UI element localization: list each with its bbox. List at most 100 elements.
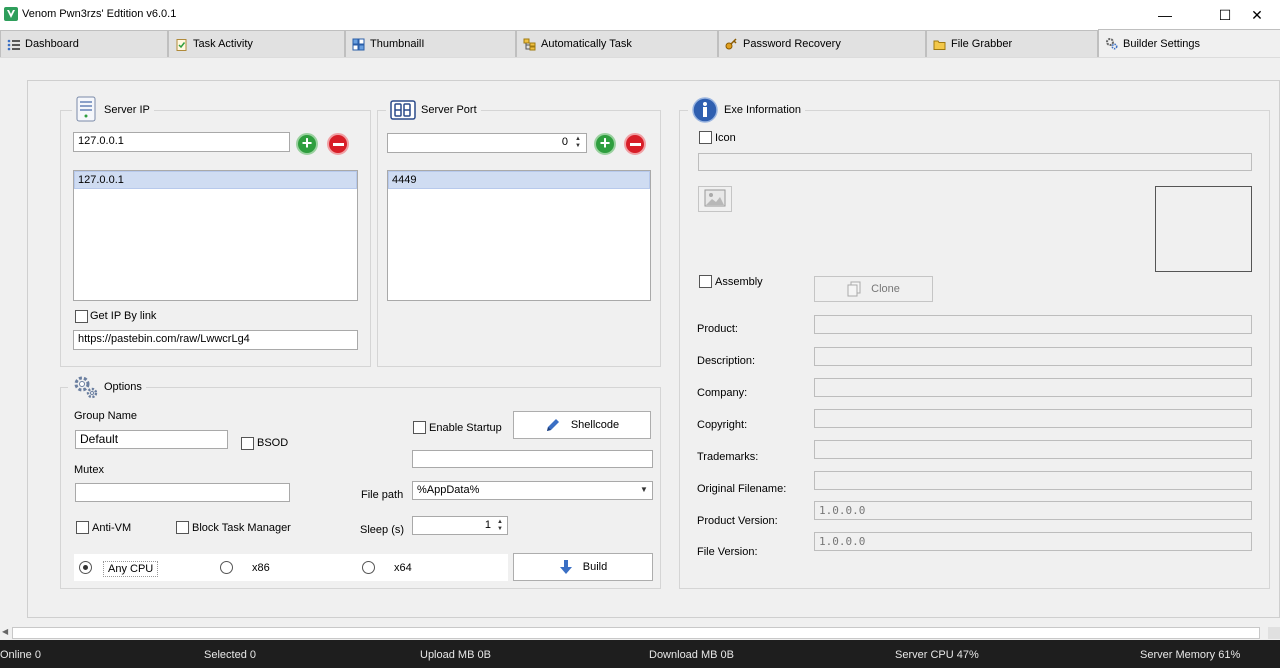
trademarks-input[interactable]	[814, 440, 1252, 459]
server-port-input[interactable]: 0	[387, 133, 587, 153]
tab-dashboard[interactable]: Dashboard	[0, 30, 168, 57]
app-logo-icon	[4, 7, 18, 21]
get-ip-by-link-checkbox[interactable]	[75, 310, 88, 323]
thumbnail-grid-icon	[352, 38, 365, 51]
spin-up-icon[interactable]: ▲	[497, 519, 503, 526]
tab-label: ThumbnailI	[370, 38, 425, 50]
product-input[interactable]	[814, 315, 1252, 334]
title-bar	[0, 0, 1280, 30]
list-item[interactable]: 4449	[388, 171, 650, 189]
add-ip-button[interactable]: +	[296, 133, 318, 155]
window-title: Venom Pwn3rzs' Edtition v6.0.1	[22, 8, 177, 20]
startup-name-input[interactable]	[412, 450, 653, 468]
image-icon	[704, 189, 726, 210]
list-item[interactable]: 127.0.0.1	[74, 171, 357, 189]
status-server-cpu: Server CPU 47%	[895, 649, 979, 661]
build-button-label: Build	[582, 561, 608, 573]
status-upload: Upload MB 0B	[420, 649, 491, 661]
group-name-input[interactable]: Default	[75, 430, 228, 449]
icon-path-input[interactable]	[698, 153, 1252, 171]
shellcode-button[interactable]: Shellcode	[513, 411, 651, 439]
info-icon	[692, 97, 718, 123]
scroll-right-icon[interactable]	[1268, 627, 1280, 639]
any-cpu-radio[interactable]	[79, 561, 92, 574]
tab-password-recovery[interactable]: Password Recovery	[718, 30, 926, 57]
file-path-value: %AppData%	[417, 484, 480, 496]
tab-automatically-task[interactable]: Automatically Task	[516, 30, 718, 57]
block-task-manager-label: Block Task Manager	[192, 522, 291, 534]
icon-checkbox[interactable]	[699, 131, 712, 144]
assembly-checkbox[interactable]	[699, 275, 712, 288]
tab-task-activity[interactable]: Task Activity	[168, 30, 345, 57]
clone-button-label: Clone	[871, 283, 900, 295]
minimize-button[interactable]: —	[1142, 0, 1188, 30]
chevron-down-icon[interactable]: ▼	[640, 485, 648, 494]
remove-ip-button[interactable]	[327, 133, 349, 155]
gears-icon	[1105, 37, 1118, 50]
sleep-label: Sleep (s)	[360, 524, 405, 536]
anti-vm-checkbox[interactable]	[76, 521, 89, 534]
key-icon	[725, 37, 738, 51]
options-title: Options	[104, 381, 142, 393]
server-ip-input[interactable]: 127.0.0.1	[73, 132, 290, 152]
description-label: Description:	[697, 355, 756, 367]
company-input[interactable]	[814, 378, 1252, 397]
file-path-label: File path	[361, 489, 404, 501]
spin-up-icon[interactable]: ▲	[575, 136, 581, 143]
copyright-input[interactable]	[814, 409, 1252, 428]
server-port-list[interactable]: 4449	[387, 170, 651, 301]
tab-file-grabber[interactable]: File Grabber	[926, 30, 1098, 57]
browse-icon-button[interactable]	[698, 186, 732, 212]
spin-down-icon[interactable]: ▼	[575, 143, 581, 150]
original-filename-label: Original Filename:	[697, 483, 787, 495]
add-port-button[interactable]: +	[594, 133, 616, 155]
description-input[interactable]	[814, 347, 1252, 366]
tab-divider	[0, 57, 1280, 58]
digital-display-icon	[390, 100, 416, 120]
radio-dot	[83, 565, 88, 570]
file-version-label: File Version:	[697, 546, 758, 558]
product-version-label: Product Version:	[697, 515, 778, 527]
plus-icon: +	[301, 133, 313, 153]
folder-icon	[933, 38, 946, 51]
x64-radio[interactable]	[362, 561, 375, 574]
ip-link-input[interactable]: https://pastebin.com/raw/LwwcrLg4	[73, 330, 358, 350]
status-bar: Online 0 Selected 0 Upload MB 0B Downloa…	[0, 640, 1280, 668]
sleep-spinner[interactable]: ▲ ▼	[497, 517, 503, 534]
product-version-input[interactable]: 1.0.0.0	[814, 501, 1252, 520]
any-cpu-label: Any CPU	[103, 561, 159, 577]
enable-startup-checkbox[interactable]	[413, 421, 426, 434]
bsod-checkbox[interactable]	[241, 437, 254, 450]
block-task-manager-checkbox[interactable]	[176, 521, 189, 534]
mutex-input[interactable]	[75, 483, 290, 502]
tab-thumbnail[interactable]: ThumbnailI	[345, 30, 516, 57]
remove-port-button[interactable]	[624, 133, 646, 155]
file-version-input[interactable]: 1.0.0.0	[814, 532, 1252, 551]
build-button[interactable]: Build	[513, 553, 653, 581]
scroll-left-icon[interactable]: ◀	[2, 627, 8, 636]
spin-down-icon[interactable]: ▼	[497, 526, 503, 533]
gears-icon	[72, 374, 100, 400]
tab-label: Builder Settings	[1123, 37, 1201, 50]
file-path-select[interactable]: %AppData%	[412, 481, 653, 500]
sleep-input[interactable]: 1	[412, 516, 508, 535]
tab-builder-settings[interactable]: Builder Settings	[1098, 29, 1280, 57]
exe-info-legend: Exe Information	[688, 97, 806, 123]
clone-button[interactable]: Clone	[814, 276, 933, 302]
enable-startup-label: Enable Startup	[429, 422, 502, 434]
company-label: Company:	[697, 387, 748, 399]
x86-radio[interactable]	[220, 561, 233, 574]
assembly-label: Assembly	[715, 276, 763, 288]
scrollbar-thumb[interactable]	[12, 627, 1260, 639]
task-tree-icon	[523, 38, 536, 51]
server-ip-list[interactable]: 127.0.0.1	[73, 170, 358, 301]
original-filename-input[interactable]	[814, 471, 1252, 490]
product-label: Product:	[697, 323, 738, 335]
anti-vm-label: Anti-VM	[92, 522, 132, 534]
x64-label: x64	[394, 562, 412, 574]
server-port-legend: Server Port	[386, 99, 481, 121]
close-button[interactable]: ✕	[1234, 0, 1280, 30]
port-spinner[interactable]: ▲ ▼	[575, 135, 581, 151]
download-arrow-icon	[559, 559, 573, 575]
get-ip-by-link-label: Get IP By link	[90, 310, 157, 322]
